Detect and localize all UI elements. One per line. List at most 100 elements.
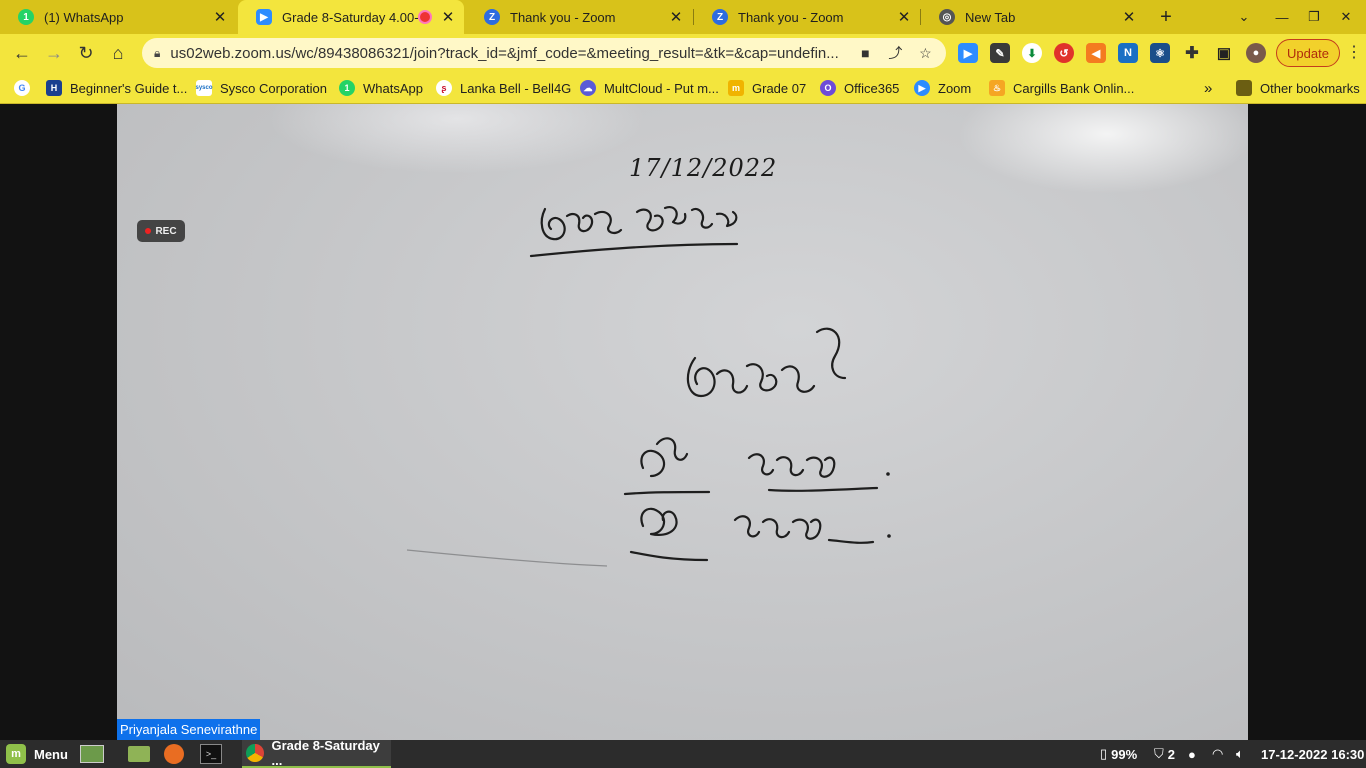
red-extension-icon[interactable]: ↺	[1054, 43, 1074, 63]
bookmark-label: Cargills Bank Onlin...	[1013, 80, 1135, 96]
close-icon[interactable]: ✕	[894, 8, 914, 26]
volume-icon[interactable]: 🔈︎	[1236, 743, 1244, 765]
google-icon: G	[14, 80, 30, 96]
window-close-icon[interactable]: ✕	[1330, 0, 1362, 34]
close-icon[interactable]: ✕	[438, 8, 458, 26]
handwriting-underline	[629, 538, 875, 562]
handwriting-stroke	[780, 365, 816, 393]
h-icon: H	[46, 80, 62, 96]
firefox-icon[interactable]	[164, 743, 186, 765]
bookmarks-overflow-button[interactable]: »	[1204, 79, 1212, 97]
pen-extension-icon[interactable]: ✎	[990, 43, 1010, 63]
os-taskbar: m Menu >_ Grade 8-Saturday ... ▯ 99% ⛉ 2…	[0, 738, 1366, 768]
bookmark-office365[interactable]: O Office365	[820, 79, 899, 97]
bookmark-multcloud[interactable]: ☁ MultCloud - Put m...	[580, 79, 719, 97]
mint-logo-icon: m	[6, 744, 26, 764]
react-extension-icon[interactable]: ⚛	[1150, 43, 1170, 63]
bookmark-label: Office365	[844, 80, 900, 96]
tab-label: (1) WhatsApp	[44, 9, 124, 25]
address-bar[interactable]: 🔒︎ us02web.zoom.us/wc/89438086321/join?t…	[142, 38, 946, 68]
bookmark-beginners-guide[interactable]: H Beginner's Guide t...	[46, 79, 187, 97]
update-manager-indicator[interactable]: ⛉ 2	[1154, 743, 1175, 765]
bookmark-zoom[interactable]: ▶ Zoom	[914, 79, 971, 97]
handwriting-stroke	[715, 210, 738, 228]
handwriting-stroke	[635, 208, 664, 232]
tab-zoom-meeting[interactable]: ▶ Grade 8-Saturday 4.00-5. ✕	[238, 0, 464, 34]
close-icon[interactable]: ✕	[1119, 8, 1139, 26]
share-icon[interactable]: ⤴	[880, 43, 910, 63]
taskbar-app-label: Grade 8-Saturday ...	[271, 738, 380, 768]
whiteboard-handwriting	[406, 206, 891, 567]
close-icon[interactable]: ✕	[210, 8, 230, 26]
zoom-icon: ▶	[256, 9, 272, 25]
files-folder-icon[interactable]	[128, 743, 152, 765]
bookmark-label: Beginner's Guide t...	[70, 80, 188, 96]
handwriting-stroke	[640, 507, 678, 536]
home-icon[interactable]: ⌂	[104, 39, 132, 67]
bookmark-grade-07[interactable]: m Grade 07	[728, 79, 806, 97]
megaphone-extension-icon[interactable]: ◀	[1086, 43, 1106, 63]
tab-thank-you-zoom-2[interactable]: Z Thank you - Zoom ✕	[694, 0, 920, 34]
forward-arrow-icon[interactable]: →	[40, 39, 68, 67]
camera-blocked-icon[interactable]: ■	[850, 45, 880, 61]
battery-percent: 99%	[1111, 746, 1138, 762]
new-tab-plus-icon[interactable]: +	[1150, 0, 1182, 34]
extensions-puzzle-icon[interactable]: ✚	[1182, 43, 1202, 63]
restore-icon[interactable]: ❐	[1298, 0, 1330, 34]
bookmark-star-icon[interactable]: ☆	[910, 45, 940, 62]
zoom-icon: ▶	[914, 80, 930, 96]
recording-indicator-icon	[418, 10, 432, 24]
reload-icon[interactable]: ↻	[72, 39, 100, 67]
back-arrow-icon[interactable]: ←	[8, 39, 36, 67]
lock-icon: 🔒︎	[154, 45, 161, 60]
browser-toolbar: ← → ↻ ⌂ 🔒︎ us02web.zoom.us/wc/8943808632…	[0, 34, 1366, 72]
tab-new-tab[interactable]: ◎ New Tab ✕	[921, 0, 1145, 34]
other-bookmarks-folder[interactable]: Other bookmarks	[1236, 79, 1360, 97]
bookmark-whatsapp[interactable]: 1 WhatsApp	[339, 79, 423, 97]
bookmark-lanka-bell[interactable]: ʂ Lanka Bell - Bell4G	[436, 79, 571, 97]
heading-underline	[529, 242, 739, 258]
url-text[interactable]: us02web.zoom.us/wc/89438086321/join?trac…	[170, 45, 850, 62]
lankabell-icon: ʂ	[436, 80, 452, 96]
handwriting-stroke	[733, 515, 822, 540]
participant-video: 17/12/2022	[117, 104, 1248, 740]
bookmark-sysco[interactable]: sysco Sysco Corporation	[196, 79, 327, 97]
tab-label: Grade 8-Saturday 4.00-5.	[282, 9, 418, 25]
terminal-icon[interactable]: >_	[200, 743, 222, 765]
clock[interactable]: 17-12-2022 16:30	[1261, 743, 1364, 765]
battery-indicator[interactable]: ▯ 99%	[1100, 743, 1137, 765]
minimize-icon[interactable]: —	[1266, 0, 1298, 34]
taskbar-chrome-window[interactable]: Grade 8-Saturday ...	[242, 738, 391, 768]
grade-icon: m	[728, 80, 744, 96]
close-icon[interactable]: ✕	[666, 8, 686, 26]
bookmark-google[interactable]: G	[14, 79, 38, 97]
tab-search-chevron-icon[interactable]: ⌄	[1228, 0, 1260, 34]
multcloud-icon: ☁	[580, 80, 596, 96]
menu-kebab-icon[interactable]: ⋮	[1346, 42, 1362, 62]
update-button[interactable]: Update	[1276, 39, 1340, 67]
whatsapp-icon: 1	[339, 80, 355, 96]
start-menu-button[interactable]: m Menu	[6, 743, 68, 765]
profile-avatar[interactable]: ●	[1246, 43, 1266, 63]
wifi-icon[interactable]: ◠	[1212, 743, 1223, 765]
bookmark-label: MultCloud - Put m...	[604, 80, 719, 96]
bookmarks-bar: G H Beginner's Guide t... sysco Sysco Co…	[0, 72, 1366, 104]
tab-whatsapp[interactable]: 1 (1) WhatsApp ✕	[0, 0, 236, 34]
zoom-extension-icon[interactable]: ▶	[958, 43, 978, 63]
handwriting-stroke	[686, 356, 716, 398]
cargills-icon: ♨	[989, 80, 1005, 96]
handwriting-stroke	[747, 453, 836, 478]
handwriting-dot	[886, 472, 890, 476]
bookmark-label: Grade 07	[752, 80, 807, 96]
user-icon[interactable]: ●	[1188, 743, 1196, 765]
menu-label: Menu	[34, 746, 68, 762]
tab-strip: 1 (1) WhatsApp ✕ ▶ Grade 8-Saturday 4.00…	[0, 0, 1366, 34]
n-extension-icon[interactable]: N	[1118, 43, 1138, 63]
show-desktop-icon[interactable]	[80, 743, 104, 765]
side-panel-icon[interactable]: ▣	[1214, 43, 1234, 63]
download-extension-icon[interactable]: ⬇	[1022, 43, 1042, 63]
bookmark-cargills[interactable]: ♨ Cargills Bank Onlin...	[989, 79, 1134, 97]
tab-thank-you-zoom-1[interactable]: Z Thank you - Zoom ✕	[466, 0, 692, 34]
handwriting-stroke	[540, 207, 566, 241]
bookmark-label: Sysco Corporation	[220, 80, 327, 96]
